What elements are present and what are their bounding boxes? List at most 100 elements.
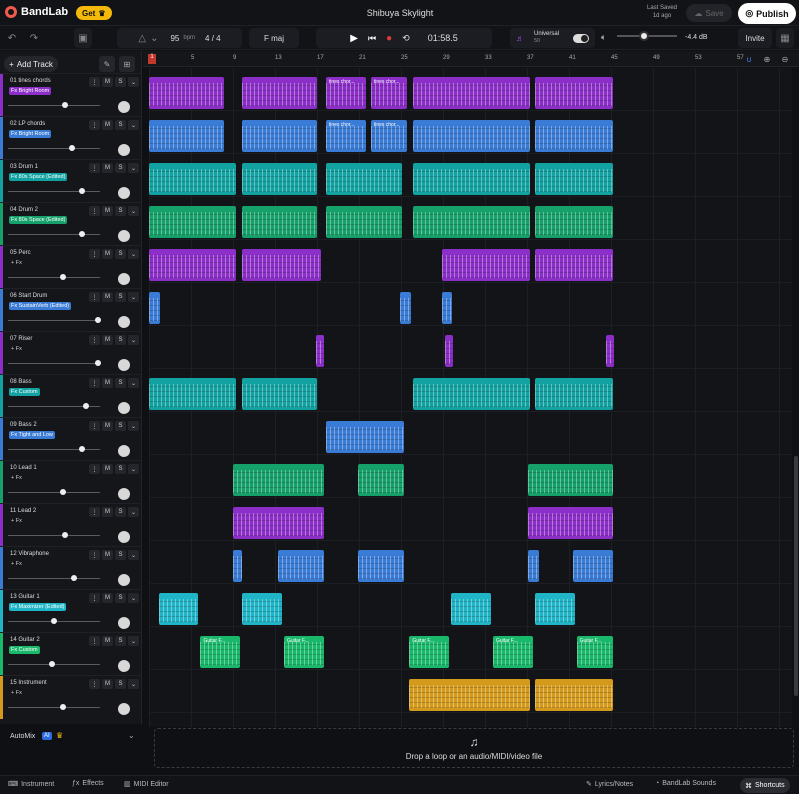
clip[interactable]: [277, 550, 324, 582]
track-menu-icon[interactable]: ⋮: [89, 550, 100, 560]
mute-button[interactable]: M: [102, 593, 113, 603]
clip[interactable]: [325, 206, 403, 238]
clip[interactable]: [528, 507, 614, 539]
clip[interactable]: [534, 206, 614, 238]
calendar-button[interactable]: ▦: [776, 28, 794, 48]
mute-button[interactable]: M: [102, 636, 113, 646]
clip[interactable]: Guitar F...: [493, 636, 533, 668]
track-menu-icon[interactable]: ⋮: [89, 593, 100, 603]
clip[interactable]: [149, 292, 160, 324]
track-volume-knob[interactable]: [62, 532, 69, 538]
clip[interactable]: [528, 464, 614, 496]
track-menu-icon[interactable]: ⋮: [89, 679, 100, 689]
track-menu-icon[interactable]: ⋮: [89, 507, 100, 517]
clip[interactable]: [242, 163, 318, 195]
chevron-down-icon[interactable]: ⌄: [128, 636, 139, 646]
clip[interactable]: [242, 378, 318, 410]
clip[interactable]: [149, 249, 236, 281]
pan-knob[interactable]: [118, 574, 130, 586]
clip[interactable]: [534, 679, 614, 711]
track-menu-icon[interactable]: ⋮: [89, 335, 100, 345]
solo-button[interactable]: S: [115, 163, 126, 173]
master-volume-knob[interactable]: [639, 31, 649, 41]
snap-icon[interactable]: ⊞: [119, 56, 135, 72]
mute-button[interactable]: M: [102, 550, 113, 560]
pan-knob[interactable]: [118, 488, 130, 500]
bandlab-sounds-tab[interactable]: ◔ BandLab Sounds: [655, 780, 716, 787]
track-menu-icon[interactable]: ⋮: [89, 292, 100, 302]
track-volume-knob[interactable]: [49, 661, 56, 667]
track-volume-slider[interactable]: [8, 234, 100, 235]
invite-button[interactable]: Invite: [738, 28, 772, 48]
pencil-icon[interactable]: ✎: [99, 56, 115, 72]
track-name[interactable]: 11 Lead 2: [10, 508, 36, 514]
solo-button[interactable]: S: [115, 77, 126, 87]
effects-tab[interactable]: ƒx Effects: [72, 780, 104, 787]
redo-button[interactable]: ↷: [24, 28, 44, 48]
clip[interactable]: [441, 249, 530, 281]
track-menu-icon[interactable]: ⋮: [89, 206, 100, 216]
track-fx-chip[interactable]: Fx SustainVerb (Edited): [9, 302, 72, 310]
track-header[interactable]: 04 Drum 2 Fx 80s Space (Edited) ⋮ M S ⌄: [0, 202, 142, 246]
track-volume-slider[interactable]: [8, 191, 100, 192]
clip[interactable]: Guitar F...: [200, 636, 241, 668]
mute-button[interactable]: M: [102, 120, 113, 130]
pan-knob[interactable]: [118, 617, 130, 629]
clip[interactable]: [441, 292, 453, 324]
clip[interactable]: [412, 77, 530, 109]
pan-knob[interactable]: [118, 660, 130, 672]
solo-button[interactable]: S: [115, 636, 126, 646]
mute-button[interactable]: M: [102, 335, 113, 345]
track-header[interactable]: 06 Start Drum Fx SustainVerb (Edited) ⋮ M S ⌄: [0, 288, 142, 332]
track-fx-chip[interactable]: + Fx: [9, 517, 24, 525]
track-header[interactable]: 05 Perc + Fx ⋮ M S ⌄: [0, 245, 142, 289]
clip[interactable]: [605, 335, 614, 367]
speaker-icon[interactable]: 🔈︎: [601, 32, 606, 43]
solo-button[interactable]: S: [115, 335, 126, 345]
clip[interactable]: [412, 163, 530, 195]
clip[interactable]: [534, 593, 575, 625]
clip[interactable]: [357, 464, 405, 496]
clip[interactable]: [534, 120, 614, 152]
pan-knob[interactable]: [118, 531, 130, 543]
track-fx-chip[interactable]: Fx 80s Space (Edited): [9, 173, 68, 181]
mute-button[interactable]: M: [102, 206, 113, 216]
track-fx-chip[interactable]: Fx Maximizer (Edited): [9, 603, 67, 611]
solo-button[interactable]: S: [115, 550, 126, 560]
pan-knob[interactable]: [118, 273, 130, 285]
track-header[interactable]: 07 Riser + Fx ⋮ M S ⌄: [0, 331, 142, 375]
track-header[interactable]: 09 Bass 2 Fx Tight and Low ⋮ M S ⌄: [0, 417, 142, 461]
track-header[interactable]: 14 Guitar 2 Fx Custom ⋮ M S ⌄: [0, 632, 142, 676]
chevron-down-icon[interactable]: ⌄: [128, 206, 139, 216]
clip[interactable]: [412, 378, 530, 410]
clip[interactable]: Guitar F...: [409, 636, 450, 668]
vertical-scrollbar[interactable]: [794, 456, 798, 696]
clip[interactable]: [444, 335, 453, 367]
track-name[interactable]: 05 Perc: [10, 250, 31, 256]
track-menu-icon[interactable]: ⋮: [89, 163, 100, 173]
solo-button[interactable]: S: [115, 120, 126, 130]
mute-button[interactable]: M: [102, 421, 113, 431]
track-volume-knob[interactable]: [62, 102, 69, 108]
track-volume-knob[interactable]: [83, 403, 90, 409]
clip[interactable]: [573, 550, 614, 582]
track-menu-icon[interactable]: ⋮: [89, 378, 100, 388]
mastering-toggle[interactable]: [573, 33, 590, 43]
pan-knob[interactable]: [118, 187, 130, 199]
solo-button[interactable]: S: [115, 421, 126, 431]
track-volume-knob[interactable]: [60, 704, 67, 710]
track-menu-icon[interactable]: ⋮: [89, 636, 100, 646]
undo-button[interactable]: ↶: [2, 28, 22, 48]
tempo-value[interactable]: 95: [170, 34, 179, 43]
track-fx-chip[interactable]: Fx Bright Room: [9, 87, 52, 95]
clip[interactable]: [158, 593, 199, 625]
solo-button[interactable]: S: [115, 507, 126, 517]
pan-knob[interactable]: [118, 316, 130, 328]
track-lane[interactable]: [149, 283, 792, 326]
drop-zone[interactable]: ♫ Drop a loop or an audio/MIDI/video fil…: [154, 728, 794, 768]
track-volume-knob[interactable]: [60, 274, 67, 280]
track-volume-slider[interactable]: [8, 277, 100, 278]
track-name[interactable]: 15 Instrument: [10, 680, 47, 686]
zoom-out-icon[interactable]: ⊖: [778, 53, 792, 65]
clip[interactable]: [357, 550, 405, 582]
